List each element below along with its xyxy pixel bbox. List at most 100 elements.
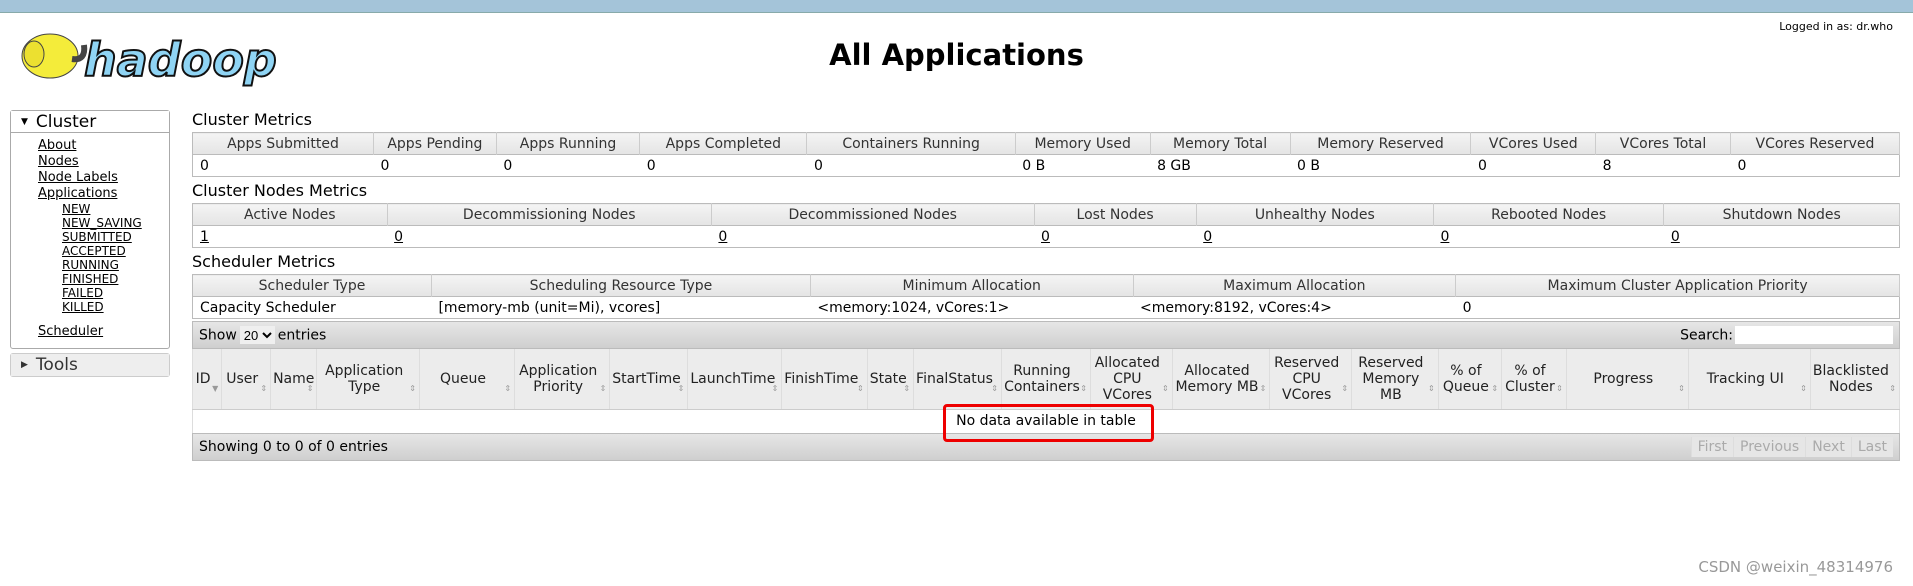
nav-applications[interactable]: Applications bbox=[38, 186, 117, 201]
nav-state-failed[interactable]: FAILED bbox=[62, 286, 103, 300]
pager-next[interactable]: Next bbox=[1805, 437, 1851, 457]
nav-state-killed[interactable]: KILLED bbox=[62, 300, 104, 314]
metric-value: 0 bbox=[373, 154, 497, 177]
column-label: Allocated Memory MB bbox=[1175, 362, 1259, 395]
nav-state-new[interactable]: NEW bbox=[62, 202, 90, 216]
column-header[interactable]: Application Type ⇕ bbox=[316, 349, 420, 410]
column-label: FinishTime bbox=[784, 370, 859, 387]
column-header[interactable]: Blacklisted Nodes ⇕ bbox=[1810, 349, 1901, 410]
watermark: CSDN @weixin_48314976 bbox=[1698, 558, 1893, 576]
cluster-header[interactable]: ▼ Cluster bbox=[11, 111, 169, 133]
metric-header: Scheduling Resource Type bbox=[431, 274, 811, 297]
pager-previous[interactable]: Previous bbox=[1733, 437, 1805, 457]
metric-value: Capacity Scheduler bbox=[192, 296, 432, 319]
nav-node-labels[interactable]: Node Labels bbox=[38, 170, 118, 185]
metric-value: <memory:1024, vCores:1> bbox=[810, 296, 1134, 319]
column-label: State bbox=[869, 370, 907, 387]
search-input[interactable] bbox=[1735, 326, 1893, 344]
column-label: Tracking UI bbox=[1706, 370, 1784, 387]
pager-last[interactable]: Last bbox=[1850, 437, 1893, 457]
metric-header: VCores Total bbox=[1595, 132, 1731, 155]
metric-link[interactable]: 0 bbox=[718, 229, 727, 245]
column-header[interactable]: % of Queue ⇕ bbox=[1438, 349, 1503, 410]
nav-state-new-saving[interactable]: NEW_SAVING bbox=[62, 216, 142, 230]
column-label: Blacklisted Nodes bbox=[1812, 362, 1889, 395]
sort-desc-icon: ▼ bbox=[212, 383, 219, 393]
column-header[interactable]: Application Priority ⇕ bbox=[514, 349, 611, 410]
nav-about[interactable]: About bbox=[38, 138, 76, 153]
column-header[interactable]: FinalStatus ⇕ bbox=[913, 349, 1002, 410]
metric-value: 0 bbox=[1034, 225, 1197, 248]
column-header[interactable]: ID ▼ bbox=[192, 349, 223, 410]
sort-icon: ⇕ bbox=[1678, 383, 1685, 393]
metric-link[interactable]: 0 bbox=[394, 229, 403, 245]
sort-icon: ⇕ bbox=[1080, 383, 1087, 393]
column-label: StartTime bbox=[612, 370, 681, 387]
metric-value: 0 bbox=[1455, 296, 1900, 319]
pagination: First Previous Next Last bbox=[1690, 437, 1893, 457]
column-header[interactable]: Running Containers ⇕ bbox=[1001, 349, 1091, 410]
metric-header: Containers Running bbox=[806, 132, 1016, 155]
column-header[interactable]: StartTime ⇕ bbox=[609, 349, 689, 410]
metric-header: Decommissioned Nodes bbox=[711, 203, 1035, 226]
sort-icon: ⇕ bbox=[856, 383, 864, 393]
sort-icon: ⇕ bbox=[599, 383, 607, 393]
metric-link[interactable]: 0 bbox=[1440, 229, 1449, 245]
metric-header: Minimum Allocation bbox=[810, 274, 1134, 297]
table-info: Showing 0 to 0 of 0 entries bbox=[199, 439, 388, 455]
column-header[interactable]: Queue ⇕ bbox=[419, 349, 516, 410]
column-header[interactable]: Tracking UI ⇕ bbox=[1688, 349, 1811, 410]
page-size-select[interactable]: 20 bbox=[239, 326, 275, 344]
metric-value: 0 bbox=[806, 154, 1016, 177]
metric-header: Active Nodes bbox=[192, 203, 388, 226]
cluster-metrics-table: Apps Submitted Apps Pending Apps Running Ap… bbox=[192, 132, 1901, 177]
tools-section[interactable]: ▶ Tools bbox=[10, 353, 170, 377]
metric-header: Apps Running bbox=[496, 132, 641, 155]
logged-in-user: Logged in as: dr.who bbox=[1779, 20, 1893, 33]
metric-header: Lost Nodes bbox=[1034, 203, 1197, 226]
metric-link[interactable]: 1 bbox=[200, 229, 209, 245]
column-header[interactable]: Reserved Memory MB ⇕ bbox=[1351, 349, 1439, 410]
sort-icon: ⇕ bbox=[1556, 383, 1563, 393]
metric-value: 0 bbox=[1730, 154, 1900, 177]
caret-right-icon: ▶ bbox=[21, 360, 28, 370]
nav-state-submitted[interactable]: SUBMITTED bbox=[62, 230, 132, 244]
column-header[interactable]: FinishTime ⇕ bbox=[781, 349, 868, 410]
metric-link[interactable]: 0 bbox=[1203, 229, 1212, 245]
column-header[interactable]: Allocated Memory MB ⇕ bbox=[1172, 349, 1271, 410]
scheduler-metrics-title: Scheduler Metrics bbox=[192, 252, 336, 271]
tools-label: Tools bbox=[35, 355, 78, 375]
metric-link[interactable]: 0 bbox=[1671, 229, 1680, 245]
caret-down-icon: ▼ bbox=[21, 117, 28, 127]
metric-value: 0 bbox=[387, 225, 712, 248]
column-label: Running Containers bbox=[1004, 362, 1080, 395]
column-header[interactable]: Name ⇕ bbox=[270, 349, 318, 410]
sort-icon: ⇕ bbox=[771, 383, 779, 393]
cluster-section: ▼ Cluster About Nodes Node Labels Applica… bbox=[10, 110, 170, 349]
sort-icon: ⇕ bbox=[504, 383, 512, 393]
metric-value: 0 bbox=[496, 154, 640, 177]
top-bar bbox=[0, 0, 1913, 13]
metric-link[interactable]: 0 bbox=[1041, 229, 1050, 245]
metric-value: 0 bbox=[192, 154, 374, 177]
metric-value: 0 B bbox=[1290, 154, 1471, 177]
nav-nodes[interactable]: Nodes bbox=[38, 154, 79, 169]
column-header[interactable]: Progress ⇕ bbox=[1566, 349, 1689, 410]
column-label: Progress bbox=[1593, 370, 1654, 387]
main-content: Cluster Metrics Apps Submitted Apps Pendi… bbox=[192, 108, 1901, 461]
nav-state-finished[interactable]: FINISHED bbox=[62, 272, 118, 286]
column-header[interactable]: LaunchTime ⇕ bbox=[687, 349, 783, 410]
nav-state-accepted[interactable]: ACCEPTED bbox=[62, 244, 126, 258]
metric-value: <memory:8192, vCores:4> bbox=[1133, 296, 1456, 319]
column-header[interactable]: Reserved CPU VCores ⇕ bbox=[1269, 349, 1353, 410]
column-label: % of Cluster bbox=[1505, 362, 1555, 395]
pager-first[interactable]: First bbox=[1690, 437, 1733, 457]
column-header[interactable]: User ⇕ bbox=[221, 349, 272, 410]
column-header[interactable]: State ⇕ bbox=[867, 349, 915, 410]
nav-state-running[interactable]: RUNNING bbox=[62, 258, 119, 272]
column-header[interactable]: Allocated CPU VCores ⇕ bbox=[1090, 349, 1173, 410]
nav-scheduler[interactable]: Scheduler bbox=[38, 324, 103, 339]
metric-header: Apps Pending bbox=[373, 132, 497, 155]
metric-header: Apps Submitted bbox=[192, 132, 374, 155]
column-header[interactable]: % of Cluster ⇕ bbox=[1501, 349, 1567, 410]
